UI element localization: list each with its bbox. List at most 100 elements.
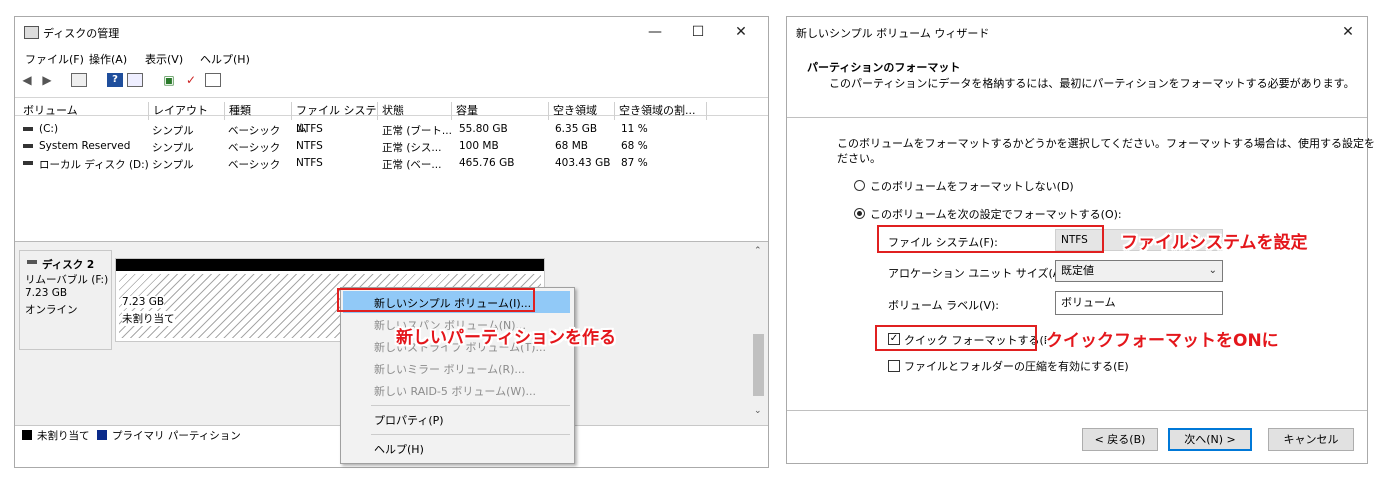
cell-capacity: 100 MB xyxy=(459,140,499,152)
cell-free-space: 403.43 GB xyxy=(555,157,611,169)
drive-icon xyxy=(23,144,33,148)
cancel-button[interactable]: キャンセル xyxy=(1268,428,1354,451)
wizard-header: パーティションのフォーマット このパーティションにデータを格納するには、最初にパ… xyxy=(787,47,1367,118)
cell-free-space: 68 MB xyxy=(555,140,588,152)
volume-label-label: ボリューム ラベル(V): xyxy=(888,299,999,312)
context-menu: 新しいシンプル ボリューム(I)... 新しいスパン ボリューム(N)... 新… xyxy=(340,287,575,464)
menu-new-raid5-volume[interactable]: 新しい RAID-5 ボリューム(W)... xyxy=(374,383,536,399)
highlight-box-new-simple-volume xyxy=(337,288,535,312)
annotation-new-partition: 新しいパーティションを作る xyxy=(396,328,616,348)
scroll-thumb[interactable] xyxy=(753,334,764,396)
table-row[interactable]: System Reserved シンプル ベーシック NTFS 正常 (シス..… xyxy=(15,138,768,155)
scroll-down-icon[interactable]: ⌄ xyxy=(754,406,762,416)
col-capacity[interactable]: 容量 xyxy=(452,102,549,120)
highlight-box-file-system xyxy=(877,225,1104,253)
help-icon[interactable]: ? xyxy=(107,73,123,87)
radio-format-label[interactable]: このボリュームを次の設定でフォーマットする(O): xyxy=(870,206,1122,222)
chevron-down-icon: ⌄ xyxy=(1208,265,1217,276)
wizard-titlebar: 新しいシンプル ボリューム ウィザード ✕ xyxy=(787,17,1367,47)
new-simple-volume-wizard: 新しいシンプル ボリューム ウィザード ✕ パーティションのフォーマット このパ… xyxy=(786,16,1375,464)
titlebar: ディスクの管理 — ☐ ✕ xyxy=(15,17,768,47)
disk-management-icon xyxy=(24,26,39,39)
disk-type: リムーバブル (F:) xyxy=(25,274,109,286)
forward-arrow-icon[interactable]: ▶ xyxy=(39,73,55,87)
menu-action[interactable]: 操作(A) xyxy=(89,51,127,67)
legend-primary-label: プライマリ パーティション xyxy=(112,430,241,442)
compression-checkbox[interactable] xyxy=(888,360,900,372)
maximize-button[interactable]: ☐ xyxy=(678,17,718,47)
back-button[interactable]: < 戻る(B) xyxy=(1082,428,1158,451)
volume-label-input[interactable]: ボリューム xyxy=(1055,291,1223,315)
allocation-unit-label: アロケーション ユニット サイズ(A): xyxy=(888,267,1069,280)
disk-status: オンライン xyxy=(25,304,78,316)
radio-format[interactable] xyxy=(854,208,865,219)
partition-size: 7.23 GB xyxy=(122,296,165,308)
col-layout[interactable]: レイアウト xyxy=(149,102,225,120)
menu-help[interactable]: ヘルプ(H) xyxy=(374,441,424,457)
window-title: ディスクの管理 xyxy=(43,27,120,40)
wizard-header-title: パーティションのフォーマット xyxy=(807,61,961,74)
connect-icon[interactable]: ▣ xyxy=(161,73,177,87)
toolbar-divider xyxy=(15,97,768,98)
cell-free-percent: 87 % xyxy=(621,157,648,169)
menu-properties[interactable]: プロパティ(P) xyxy=(374,412,444,428)
menu-file[interactable]: ファイル(F) xyxy=(25,51,84,67)
cell-free-percent: 11 % xyxy=(621,123,648,135)
console-tree-icon[interactable] xyxy=(71,73,87,87)
disk-info-box[interactable]: ディスク 2 リムーバブル (F:) 7.23 GB オンライン xyxy=(19,250,112,350)
partition-status: 未割り当て xyxy=(122,311,175,326)
table-row[interactable]: ローカル ディスク (D:) シンプル ベーシック NTFS 正常 (ベー...… xyxy=(15,155,768,172)
vertical-scrollbar[interactable]: ⌃ ⌄ xyxy=(750,242,767,422)
drive-icon xyxy=(23,161,33,165)
menubar: ファイル(F) 操作(A) 表示(V) ヘルプ(H) xyxy=(15,47,768,69)
col-type[interactable]: 種類 xyxy=(225,102,292,120)
cell-status: 正常 (シス... xyxy=(382,142,442,154)
legend-unallocated-label: 未割り当て xyxy=(37,430,90,442)
scroll-up-icon[interactable]: ⌃ xyxy=(754,246,762,256)
col-free-space[interactable]: 空き領域 xyxy=(549,102,615,120)
disk-size: 7.23 GB xyxy=(25,287,68,299)
compression-label[interactable]: ファイルとフォルダーの圧縮を有効にする(E) xyxy=(904,358,1129,374)
close-button[interactable]: ✕ xyxy=(721,17,761,47)
partition-header-bar xyxy=(116,259,544,271)
wizard-close-button[interactable]: ✕ xyxy=(1328,17,1368,47)
col-filesystem[interactable]: ファイル システム xyxy=(292,102,378,135)
cell-free-space: 6.35 GB xyxy=(555,123,598,135)
cell-type: ベーシック xyxy=(228,125,281,137)
menu-view[interactable]: 表示(V) xyxy=(145,51,183,67)
cell-volume: ローカル ディスク (D:) xyxy=(39,159,149,171)
menu-new-mirrored-volume[interactable]: 新しいミラー ボリューム(R)... xyxy=(374,361,525,377)
legend-unallocated-swatch xyxy=(22,430,32,440)
cell-type: ベーシック xyxy=(228,159,281,171)
volume-list-header: ボリューム レイアウト 種類 ファイル システム 状態 容量 空き領域 空き領域… xyxy=(15,102,768,135)
cell-layout: シンプル xyxy=(152,159,194,171)
cell-status: 正常 (ブート... xyxy=(382,125,452,137)
cell-capacity: 55.80 GB xyxy=(459,123,508,135)
table-row[interactable]: (C:) シンプル ベーシック NTFS 正常 (ブート... 55.80 GB… xyxy=(15,121,768,138)
col-volume[interactable]: ボリューム xyxy=(19,102,149,120)
cell-layout: シンプル xyxy=(152,125,194,137)
legend-primary-swatch xyxy=(97,430,107,440)
allocation-unit-dropdown[interactable]: 既定値 ⌄ xyxy=(1055,260,1223,282)
menu-separator xyxy=(371,434,570,435)
radio-no-format-label[interactable]: このボリュームをフォーマットしない(D) xyxy=(870,178,1074,194)
radio-no-format[interactable] xyxy=(854,180,865,191)
minimize-button[interactable]: — xyxy=(635,17,675,47)
next-button[interactable]: 次へ(N) > xyxy=(1168,428,1252,451)
col-status[interactable]: 状態 xyxy=(378,102,452,120)
menu-help[interactable]: ヘルプ(H) xyxy=(200,51,250,67)
wizard-instruction-line1: このボリュームをフォーマットするかどうかを選択してください。フォーマットする場合… xyxy=(837,137,1375,150)
highlight-box-quick-format xyxy=(875,325,1037,351)
properties-icon[interactable] xyxy=(127,73,143,87)
wizard-header-description: このパーティションにデータを格納するには、最初にパーティションをフォーマットする… xyxy=(829,77,1355,90)
back-arrow-icon[interactable]: ◀ xyxy=(19,73,35,87)
menu-separator xyxy=(371,405,570,406)
disk-name: ディスク 2 xyxy=(42,259,95,271)
list-icon[interactable] xyxy=(205,73,221,87)
check-icon[interactable]: ✓ xyxy=(183,73,199,87)
cell-type: ベーシック xyxy=(228,142,281,154)
cell-volume: System Reserved xyxy=(39,140,131,152)
cell-filesystem: NTFS xyxy=(296,123,323,135)
cell-capacity: 465.76 GB xyxy=(459,157,515,169)
col-free-percent[interactable]: 空き領域の割... xyxy=(615,102,707,120)
